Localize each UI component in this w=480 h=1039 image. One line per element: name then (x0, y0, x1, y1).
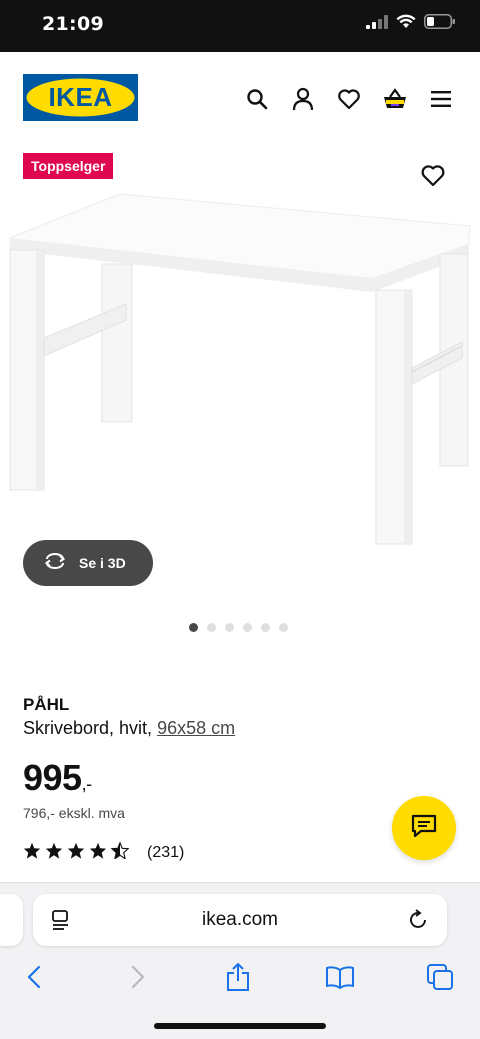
chat-icon (411, 814, 437, 843)
reload-icon[interactable] (408, 908, 430, 937)
product-description: Skrivebord, hvit, 96x58 cm (23, 718, 235, 739)
search-icon[interactable] (234, 86, 280, 112)
basket-icon[interactable] (372, 86, 418, 112)
previous-tab[interactable] (0, 894, 23, 946)
carousel-dot[interactable] (261, 623, 270, 632)
product-rating[interactable]: (231) (23, 841, 185, 864)
site-header: IKEA (0, 52, 480, 142)
carousel-dot[interactable] (207, 623, 216, 632)
battery-icon (424, 14, 456, 34)
star-icon (23, 842, 41, 864)
share-icon[interactable] (218, 959, 258, 995)
address-bar[interactable]: ikea.com (33, 894, 447, 946)
status-icons (366, 14, 456, 34)
url-text: ikea.com (201, 909, 279, 930)
ikea-logo[interactable]: IKEA (23, 74, 138, 121)
carousel-dot[interactable] (225, 623, 234, 632)
bookmarks-icon[interactable] (320, 959, 360, 995)
product-name: PÅHL (23, 695, 70, 714)
view-3d-button[interactable]: Se i 3D (23, 540, 153, 586)
image-carousel-dots (189, 623, 288, 632)
product-type: Skrivebord, hvit, (23, 718, 153, 738)
product-size-link[interactable]: 96x58 cm (157, 718, 235, 738)
chat-button[interactable] (392, 796, 456, 860)
menu-icon[interactable] (418, 86, 464, 112)
back-icon[interactable] (14, 959, 54, 995)
cellular-signal-icon (366, 14, 388, 34)
view-3d-label: Se i 3D (79, 555, 126, 571)
heart-icon[interactable] (326, 86, 372, 112)
tabs-icon[interactable] (420, 959, 460, 995)
carousel-dot[interactable] (279, 623, 288, 632)
star-icon (45, 842, 63, 864)
header-nav (234, 86, 464, 112)
rotate-3d-icon (43, 552, 67, 575)
status-bar: 21:09 (0, 0, 480, 52)
browser-toolbar (0, 959, 480, 999)
forward-icon[interactable] (118, 959, 158, 995)
star-icon (89, 842, 107, 864)
carousel-dot[interactable] (189, 623, 198, 632)
price-value: 995 (23, 757, 82, 798)
status-time: 21:09 (42, 13, 104, 35)
bestseller-badge: Toppselger (23, 153, 114, 179)
carousel-dot[interactable] (243, 623, 252, 632)
product-price: 995,- (23, 757, 92, 799)
home-indicator (154, 1023, 326, 1029)
half-star-icon (110, 841, 130, 864)
browser-chrome: ikea.com (0, 882, 480, 1039)
rating-count: (231) (147, 844, 185, 861)
price-excl-vat: 796,- ekskl. mva (23, 805, 125, 821)
wifi-icon (396, 14, 416, 34)
star-icon (67, 842, 85, 864)
price-suffix: ,- (81, 774, 93, 794)
svg-text:IKEA: IKEA (48, 82, 112, 112)
user-icon[interactable] (280, 86, 326, 112)
product-image[interactable] (0, 186, 480, 556)
